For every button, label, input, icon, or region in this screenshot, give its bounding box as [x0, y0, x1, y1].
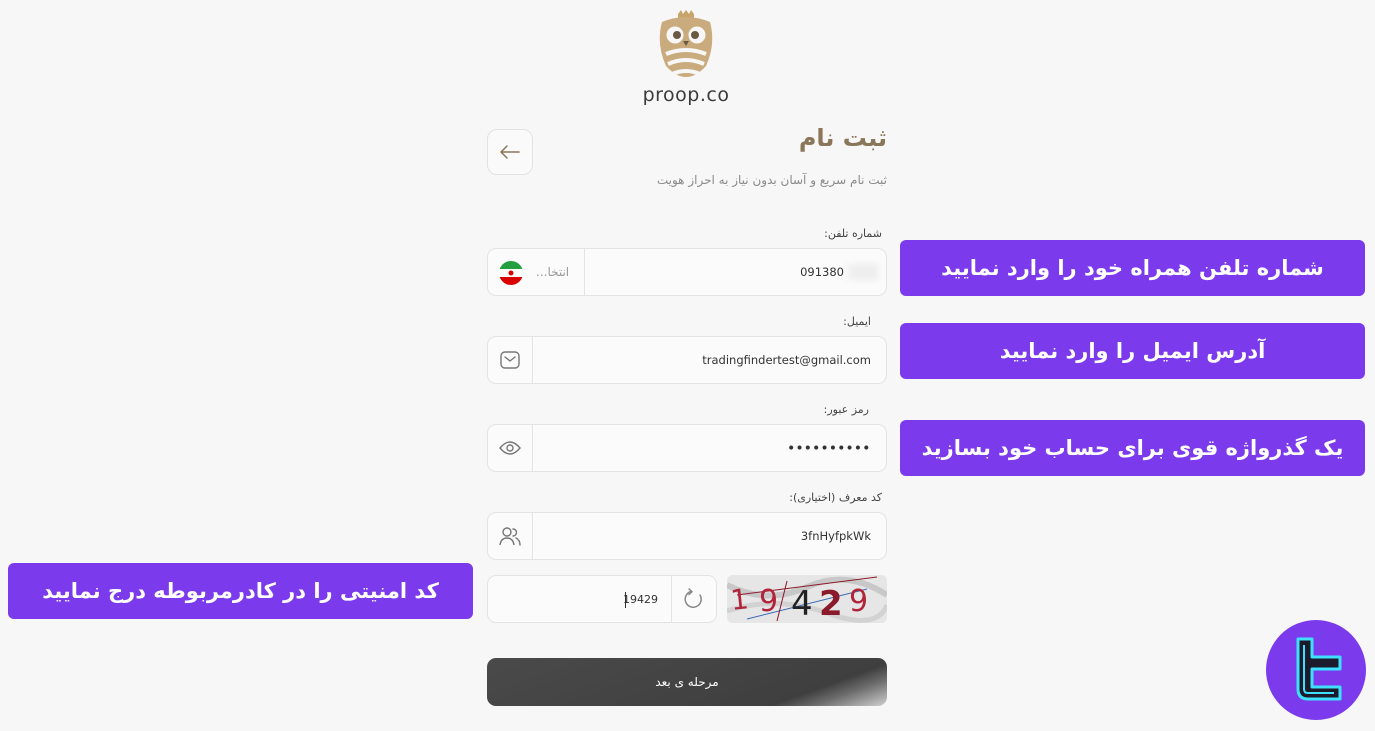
password-input[interactable]: •••••••••• — [787, 425, 871, 471]
captcha-field[interactable]: 19429 — [487, 575, 717, 623]
toggle-password-visibility[interactable] — [488, 425, 533, 471]
svg-text:1: 1 — [729, 582, 750, 617]
referral-input[interactable]: 3fnHyfpkWk — [801, 513, 871, 559]
password-label: رمز عبور: — [823, 403, 869, 416]
callout-email: آدرس ایمیل را وارد نمایید — [900, 323, 1365, 379]
svg-text:9: 9 — [759, 584, 778, 619]
arrow-left-icon — [500, 145, 520, 159]
country-select-label: انتخا... — [536, 265, 570, 279]
back-button[interactable] — [487, 129, 533, 175]
next-step-button[interactable]: مرحله ی بعد — [487, 658, 887, 706]
brand-name: proop.co — [642, 84, 730, 106]
referral-field[interactable]: 3fnHyfpkWk — [487, 512, 887, 560]
refresh-captcha-button[interactable] — [671, 576, 716, 622]
callout-captcha: کد امنیتی را در کادرمربوطه درج نمایید — [8, 563, 473, 619]
country-select[interactable]: انتخا... — [488, 249, 585, 295]
tf-logo-icon — [1296, 637, 1342, 701]
users-icon — [499, 527, 521, 546]
password-field[interactable]: •••••••••• — [487, 424, 887, 472]
brand-logo: proop.co — [630, 8, 742, 112]
email-field[interactable]: tradingfindertest@gmail.com — [487, 336, 887, 384]
svg-text:2: 2 — [819, 584, 843, 623]
callout-password: یک گذرواژه قوی برای حساب خود بسازید — [900, 420, 1365, 476]
phone-redacted — [848, 264, 878, 280]
mail-icon — [500, 351, 520, 369]
email-label: ایمیل: — [843, 315, 871, 328]
svg-text:9: 9 — [849, 584, 868, 619]
email-input[interactable]: tradingfindertest@gmail.com — [702, 337, 871, 383]
page-subtitle: ثبت نام سریع و آسان بدون نیاز به احراز ه… — [656, 173, 887, 187]
callout-phone: شماره تلفن همراه خود را وارد نمایید — [900, 240, 1365, 296]
svg-text:4: 4 — [791, 584, 813, 623]
captcha-image: 1 9 4 2 9 — [727, 575, 887, 623]
iran-flag-icon — [499, 261, 523, 285]
page-title: ثبت نام — [798, 124, 887, 152]
phone-label: شماره تلفن: — [824, 227, 882, 240]
captcha-input[interactable]: 19429 — [623, 576, 658, 622]
referral-label: کد معرف (اختیاری): — [789, 491, 882, 504]
eye-icon — [499, 441, 521, 455]
phone-input[interactable]: 091380 — [800, 249, 844, 295]
phone-field[interactable]: انتخا... 091380 — [487, 248, 887, 296]
refresh-icon — [684, 588, 702, 608]
tf-logo-badge — [1266, 620, 1366, 720]
owl-logo-icon — [659, 10, 713, 77]
